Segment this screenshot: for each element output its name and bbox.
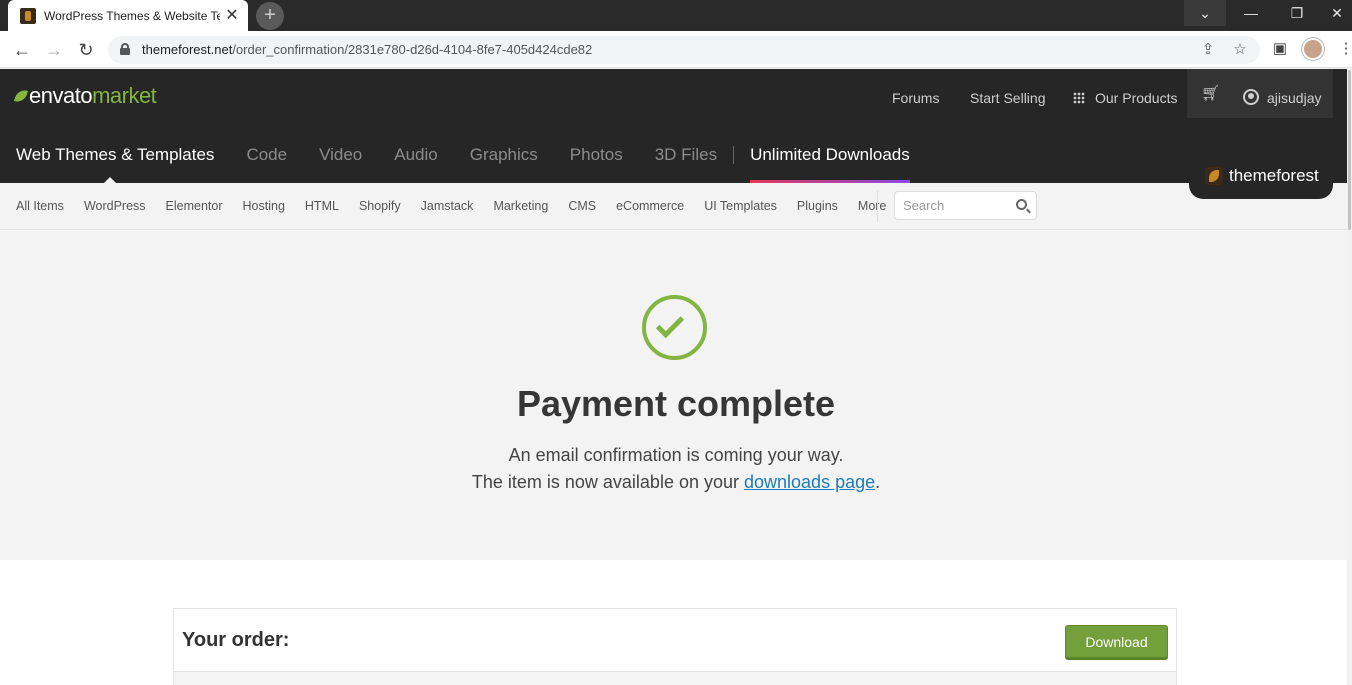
address-bar[interactable]: themeforest.net/order_confirmation/2831e… — [108, 36, 1260, 64]
subnav-cms[interactable]: CMS — [568, 199, 596, 213]
tab-search-chevron-icon[interactable]: ⌄ — [1184, 0, 1226, 26]
search-input[interactable] — [903, 198, 1003, 213]
category-photos[interactable]: Photos — [570, 145, 623, 183]
category-label: Web Themes & Templates — [16, 145, 215, 164]
window-minimize-button[interactable]: — — [1230, 0, 1272, 26]
checkmark-icon — [655, 309, 685, 339]
url-path: /order_confirmation/2831e780-d26d-4104-8… — [232, 42, 593, 57]
order-card: Your order: Download — [173, 608, 1177, 685]
unlimited-downloads-link[interactable]: Unlimited Downloads — [750, 145, 910, 183]
envato-leaf-icon — [13, 87, 29, 105]
subcategory-nav: All Items WordPress Elementor Hosting HT… — [0, 183, 1352, 230]
site-header: envato market Forums Start Selling Our P… — [0, 69, 1352, 199]
themeforest-logo-icon — [1205, 166, 1223, 185]
browser-toolbar: ← → ↻ themeforest.net/order_confirmation… — [0, 31, 1352, 68]
category-audio[interactable]: Audio — [394, 145, 437, 183]
subnav-html[interactable]: HTML — [305, 199, 339, 213]
category-video[interactable]: Video — [319, 145, 362, 183]
our-products-label: Our Products — [1095, 90, 1178, 106]
subcategory-list: All Items WordPress Elementor Hosting HT… — [16, 199, 906, 213]
subnav-plugins[interactable]: Plugins — [797, 199, 838, 213]
window-restore-button[interactable]: ❐ — [1276, 0, 1318, 26]
browser-tab-strip: WordPress Themes & Website Te ✕ + ⌄ — ❐ … — [0, 0, 1352, 31]
subnav-jamstack[interactable]: Jamstack — [421, 199, 474, 213]
logo-market-text: market — [92, 83, 157, 108]
subnav-all-items[interactable]: All Items — [16, 199, 64, 213]
bookmark-star-icon[interactable]: ☆ — [1230, 40, 1250, 60]
order-item-row — [174, 672, 1176, 685]
side-panel-icon[interactable]: ▣ — [1270, 39, 1290, 59]
subnav-elementor[interactable]: Elementor — [166, 199, 223, 213]
envato-market-logo[interactable]: envato market — [13, 83, 157, 109]
checkmark-circle-icon — [642, 295, 707, 360]
download-button[interactable]: Download — [1065, 625, 1168, 658]
availability-suffix: . — [875, 472, 881, 492]
back-arrow-icon[interactable]: ← — [10, 38, 34, 62]
grid-icon — [1073, 92, 1085, 104]
tab-close-icon[interactable]: ✕ — [224, 7, 240, 24]
account-area: 🛒︎ ajisudjay — [1187, 69, 1333, 118]
tab-title: WordPress Themes & Website Te — [44, 8, 220, 23]
user-icon[interactable] — [1243, 89, 1259, 105]
category-web-themes[interactable]: Web Themes & Templates — [16, 145, 214, 183]
username-link[interactable]: ajisudjay — [1267, 90, 1321, 106]
subnav-wordpress[interactable]: WordPress — [84, 199, 146, 213]
page-title: Payment complete — [516, 383, 836, 424]
unlimited-downloads-label: Unlimited Downloads — [750, 145, 910, 164]
order-section: Your order: Download — [0, 560, 1352, 685]
category-code[interactable]: Code — [246, 145, 287, 183]
order-title: Your order: — [182, 629, 290, 651]
reload-icon[interactable]: ↻ — [74, 38, 98, 62]
email-confirmation-text: An email confirmation is coming your way… — [508, 445, 844, 465]
category-3d-files[interactable]: 3D Files — [655, 145, 717, 183]
our-products-link[interactable]: Our Products — [1073, 90, 1177, 106]
category-divider — [733, 146, 735, 164]
cart-icon[interactable]: 🛒︎ — [1201, 85, 1220, 103]
subnav-more[interactable]: More — [858, 199, 886, 213]
category-nav: Web Themes & Templates Code Video Audio … — [16, 145, 910, 183]
subnav-shopify[interactable]: Shopify — [359, 199, 401, 213]
search-icon[interactable] — [1016, 199, 1027, 210]
subnav-hosting[interactable]: Hosting — [243, 199, 285, 213]
start-selling-link[interactable]: Start Selling — [970, 90, 1045, 106]
url-text[interactable]: themeforest.net/order_confirmation/2831e… — [142, 42, 592, 57]
themeforest-badge-text: themeforest — [1229, 165, 1319, 185]
subnav-divider — [877, 191, 878, 222]
url-domain: themeforest.net — [142, 42, 233, 57]
share-icon[interactable]: ⇪ — [1198, 40, 1218, 60]
new-tab-button[interactable]: + — [256, 2, 284, 30]
themeforest-favicon-icon — [20, 7, 36, 24]
search-box — [894, 191, 1037, 220]
scrollbar-thumb[interactable] — [1348, 70, 1351, 230]
profile-avatar[interactable] — [1302, 38, 1324, 60]
subnav-marketing[interactable]: Marketing — [493, 199, 548, 213]
logo-envato-text: envato — [29, 83, 93, 108]
window-close-button[interactable]: ✕ — [1322, 0, 1352, 26]
subnav-ecommerce[interactable]: eCommerce — [616, 199, 684, 213]
lock-icon[interactable] — [120, 43, 130, 55]
downloads-page-link[interactable]: downloads page — [744, 472, 875, 492]
category-graphics[interactable]: Graphics — [470, 145, 538, 183]
availability-prefix: The item is now available on your — [471, 472, 744, 492]
browser-tab[interactable]: WordPress Themes & Website Te ✕ — [8, 0, 248, 31]
subnav-ui-templates[interactable]: UI Templates — [704, 199, 777, 213]
themeforest-badge[interactable]: themeforest — [1189, 152, 1333, 199]
availability-text: The item is now available on your downlo… — [0, 472, 1352, 493]
forums-link[interactable]: Forums — [892, 90, 939, 106]
browser-menu-icon[interactable]: ⋮ — [1336, 39, 1352, 59]
payment-confirmation-section: Payment complete An email confirmation i… — [0, 231, 1352, 560]
forward-arrow-icon[interactable]: → — [42, 38, 66, 62]
